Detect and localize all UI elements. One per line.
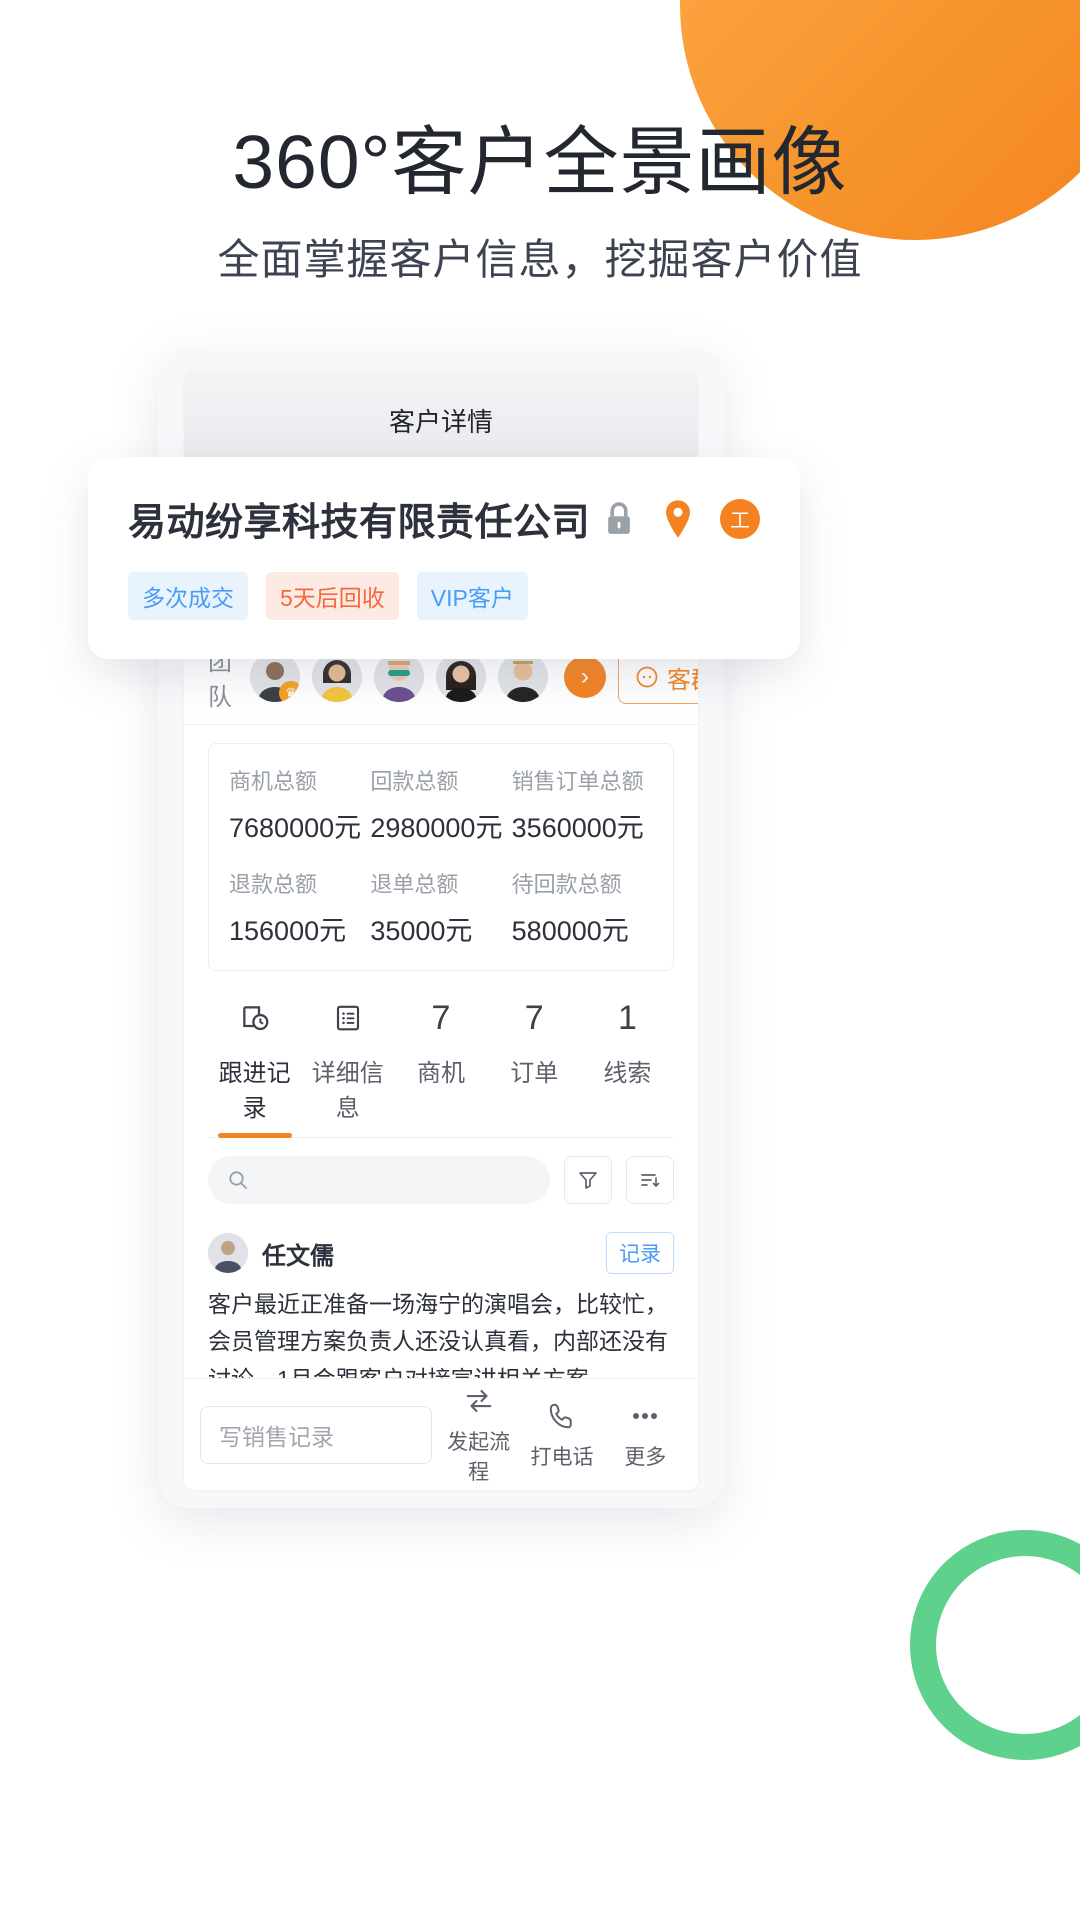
stat-label: 退款总额 (229, 872, 318, 897)
team-avatar-4[interactable] (436, 652, 486, 702)
funnel-icon (579, 1172, 597, 1189)
stat-value: 156000元 (229, 916, 347, 946)
lock-icon[interactable] (602, 500, 636, 538)
company-summary-card: 易动纷享科技有限责任公司 工 多次成交 5天后回收 VIP客户 (88, 457, 800, 659)
stat-item: 退款总额 156000元 (229, 867, 370, 948)
team-avatar-3[interactable] (374, 652, 424, 702)
stat-value: 35000元 (370, 916, 473, 946)
call-label: 打电话 (530, 1445, 594, 1469)
write-record-placeholder: 写销售记录 (219, 1423, 334, 1450)
tab-follow-records[interactable]: 跟进记录 (208, 995, 301, 1137)
feed-author: 任文儒 (262, 1242, 334, 1270)
stat-label: 商机总额 (229, 769, 318, 794)
search-input[interactable] (208, 1156, 550, 1204)
history-clock-icon (242, 1006, 268, 1031)
tab-label: 跟进记录 (218, 1060, 291, 1122)
feed-type-badge[interactable]: 记录 (606, 1232, 674, 1274)
more-button[interactable]: 更多 (609, 1399, 682, 1471)
team-avatar-2[interactable] (312, 652, 362, 702)
team-avatar-1[interactable]: ♛ (250, 652, 300, 702)
stat-item: 待回款总额 580000元 (512, 867, 653, 948)
stat-label: 回款总额 (370, 769, 459, 794)
stat-value: 3560000元 (511, 813, 644, 843)
stat-value: 7680000元 (229, 813, 362, 843)
customer-group-label: 客群 (667, 666, 698, 694)
filter-button[interactable] (564, 1156, 612, 1204)
flow-swap-icon (466, 1389, 491, 1412)
tab-lead[interactable]: 1 线索 (581, 995, 674, 1137)
company-tag-list: 多次成交 5天后回收 VIP客户 (128, 572, 760, 620)
tab-bar: 跟进记录 详细信息 7 商机 7 订单 1 线索 (208, 995, 674, 1138)
tab-order[interactable]: 7 订单 (488, 995, 581, 1137)
tab-count: 7 (431, 998, 451, 1037)
tab-detail-info[interactable]: 详细信息 (301, 995, 394, 1137)
write-record-input[interactable]: 写销售记录 (200, 1405, 432, 1464)
page-title: 360°客户全景画像 (232, 120, 848, 204)
sort-button[interactable] (626, 1156, 674, 1204)
more-icon (633, 1412, 658, 1419)
stat-value: 2980000元 (370, 813, 503, 843)
company-name: 易动纷享科技有限责任公司 (128, 502, 591, 544)
tab-label: 线索 (603, 1060, 652, 1087)
start-flow-label: 发起流程 (447, 1430, 511, 1484)
feed-toolbar (184, 1138, 698, 1208)
more-label: 更多 (624, 1445, 667, 1469)
tab-count: 7 (524, 998, 544, 1037)
start-flow-button[interactable]: 发起流程 (442, 1384, 515, 1486)
avatar (208, 1233, 248, 1273)
phone-icon (549, 1403, 572, 1428)
call-button[interactable]: 打电话 (525, 1399, 598, 1471)
tag-vip-customer[interactable]: VIP客户 (416, 572, 528, 620)
tab-label: 订单 (510, 1060, 559, 1087)
app-navbar: 客户详情 (184, 370, 698, 470)
tab-opportunity[interactable]: 7 商机 (394, 995, 487, 1137)
hero-section: 360°客户全景画像 全面掌握客户信息，挖掘客户价值 (0, 120, 1080, 287)
chat-bubble-icon (636, 666, 658, 688)
page-subtitle: 全面掌握客户信息，挖掘客户价值 (217, 236, 863, 283)
tab-label: 商机 (417, 1060, 465, 1087)
stat-label: 退单总额 (370, 872, 459, 897)
tab-label: 详细信息 (311, 1060, 384, 1122)
industry-badge-icon[interactable]: 工 (720, 498, 760, 539)
chevron-right-icon: › (581, 663, 589, 690)
stat-label: 待回款总额 (511, 872, 622, 897)
list-detail-icon (336, 1005, 359, 1031)
stat-label: 销售订单总额 (511, 769, 644, 794)
stat-value: 580000元 (511, 916, 629, 946)
sort-icon (641, 1174, 660, 1187)
tag-repeat-deal[interactable]: 多次成交 (128, 572, 248, 620)
stats-grid: 商机总额 7680000元 回款总额 2980000元 销售订单总额 35600… (208, 743, 674, 971)
team-avatar-5[interactable] (498, 652, 548, 702)
stat-item: 回款总额 2980000元 (370, 764, 511, 845)
bottom-action-bar: 写销售记录 发起流程 打电话 更多 (184, 1378, 698, 1490)
stat-item: 商机总额 7680000元 (229, 764, 370, 845)
decorative-green-ring (910, 1530, 1080, 1760)
owner-crown-icon: ♛ (279, 681, 300, 702)
location-pin-icon[interactable] (662, 499, 694, 539)
stat-item: 销售订单总额 3560000元 (512, 764, 653, 845)
navbar-title: 客户详情 (388, 406, 493, 437)
stat-item: 退单总额 35000元 (370, 867, 511, 948)
search-icon (229, 1171, 247, 1189)
team-more-button[interactable]: › (564, 656, 606, 698)
tag-recycle-days[interactable]: 5天后回收 (266, 572, 399, 620)
tab-count: 1 (617, 998, 637, 1037)
